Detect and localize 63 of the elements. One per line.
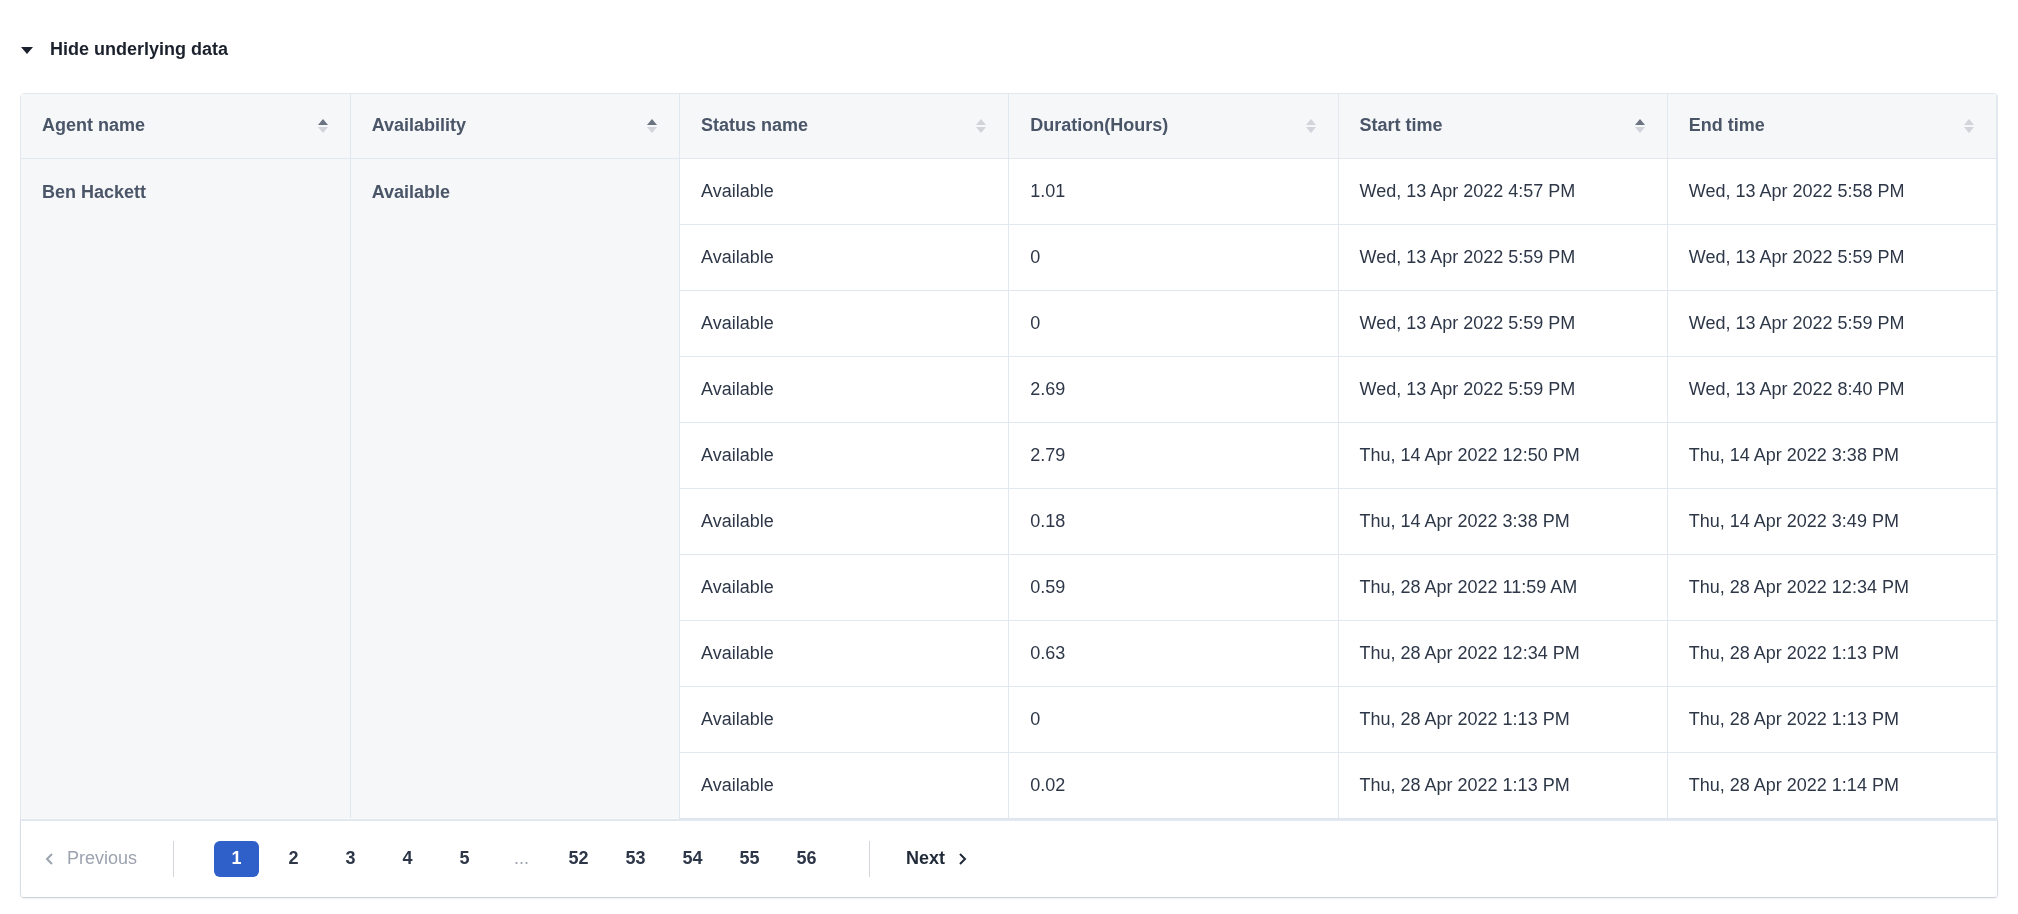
table-cell: Thu, 28 Apr 2022 1:14 PM bbox=[1667, 752, 1997, 818]
column-header[interactable]: End time bbox=[1688, 112, 1765, 140]
page-button[interactable]: 1 bbox=[214, 840, 260, 877]
table-cell: Wed, 13 Apr 2022 5:59 PM bbox=[1667, 290, 1997, 356]
agent-name-cell: Ben Hackett bbox=[21, 158, 351, 818]
table-cell: 0 bbox=[1008, 686, 1338, 752]
table-cell: 0.63 bbox=[1008, 620, 1338, 686]
table-cell: Available bbox=[679, 686, 1009, 752]
table-cell: Thu, 14 Apr 2022 3:38 PM bbox=[1338, 488, 1668, 554]
table-cell: 0.59 bbox=[1008, 554, 1338, 620]
table-cell: Available bbox=[679, 158, 1009, 224]
table-cell: Thu, 28 Apr 2022 1:13 PM bbox=[1338, 752, 1668, 818]
table-cell: Available bbox=[679, 224, 1009, 290]
table-cell: Thu, 28 Apr 2022 12:34 PM bbox=[1667, 554, 1997, 620]
table-cell: Wed, 13 Apr 2022 5:58 PM bbox=[1667, 158, 1997, 224]
table-cell: Available bbox=[679, 554, 1009, 620]
column-header[interactable]: Availability bbox=[371, 112, 467, 140]
table-cell: 0 bbox=[1008, 290, 1338, 356]
table-cell: 1.01 bbox=[1008, 158, 1338, 224]
column-header[interactable]: Duration(Hours) bbox=[1030, 112, 1169, 140]
column-header[interactable]: Agent name bbox=[42, 112, 146, 140]
table-cell: Wed, 13 Apr 2022 4:57 PM bbox=[1338, 158, 1668, 224]
table-cell: Wed, 13 Apr 2022 5:59 PM bbox=[1338, 356, 1668, 422]
page-button[interactable]: 54 bbox=[670, 840, 716, 877]
page-button[interactable]: 52 bbox=[556, 840, 602, 877]
table-cell: 2.69 bbox=[1008, 356, 1338, 422]
page-button[interactable]: 55 bbox=[727, 840, 773, 877]
table-cell: 0.18 bbox=[1008, 488, 1338, 554]
table-cell: Thu, 28 Apr 2022 11:59 AM bbox=[1338, 554, 1668, 620]
table-cell: Thu, 14 Apr 2022 3:49 PM bbox=[1667, 488, 1997, 554]
table-cell: Thu, 28 Apr 2022 1:13 PM bbox=[1667, 686, 1997, 752]
table-cell: Wed, 13 Apr 2022 8:40 PM bbox=[1667, 356, 1997, 422]
hide-data-toggle[interactable]: Hide underlying data bbox=[20, 36, 229, 63]
table-cell: Thu, 14 Apr 2022 3:38 PM bbox=[1667, 422, 1997, 488]
table-cell: Available bbox=[679, 488, 1009, 554]
chevron-right-icon bbox=[957, 851, 968, 866]
page-ellipsis: ... bbox=[513, 847, 531, 870]
table-cell: Available bbox=[679, 290, 1009, 356]
table-cell: Available bbox=[679, 422, 1009, 488]
table-cell: Thu, 28 Apr 2022 1:13 PM bbox=[1667, 620, 1997, 686]
table-cell: Wed, 13 Apr 2022 5:59 PM bbox=[1338, 290, 1668, 356]
table-cell: Available bbox=[679, 620, 1009, 686]
page-button[interactable]: 4 bbox=[385, 840, 431, 877]
table-cell: Available bbox=[679, 752, 1009, 818]
table-cell: Wed, 13 Apr 2022 5:59 PM bbox=[1338, 224, 1668, 290]
page-button[interactable]: 53 bbox=[613, 840, 659, 877]
table-cell: 0 bbox=[1008, 224, 1338, 290]
table-cell: Wed, 13 Apr 2022 5:59 PM bbox=[1667, 224, 1997, 290]
next-button[interactable]: Next bbox=[869, 840, 968, 877]
page-button[interactable]: 56 bbox=[784, 840, 830, 877]
availability-cell: Available bbox=[350, 158, 680, 818]
table-cell: Thu, 28 Apr 2022 12:34 PM bbox=[1338, 620, 1668, 686]
column-header[interactable]: Status name bbox=[701, 112, 809, 140]
page-button[interactable]: 5 bbox=[442, 840, 488, 877]
table-cell: Thu, 14 Apr 2022 12:50 PM bbox=[1338, 422, 1668, 488]
column-header[interactable]: Start time bbox=[1359, 112, 1443, 140]
page-button[interactable]: 3 bbox=[328, 840, 374, 877]
page-button[interactable]: 2 bbox=[271, 840, 317, 877]
table-cell: Thu, 28 Apr 2022 1:13 PM bbox=[1338, 686, 1668, 752]
table-cell: 2.79 bbox=[1008, 422, 1338, 488]
chevron-left-icon bbox=[45, 851, 55, 866]
table-cell: 0.02 bbox=[1008, 752, 1338, 818]
table-cell: Available bbox=[679, 356, 1009, 422]
